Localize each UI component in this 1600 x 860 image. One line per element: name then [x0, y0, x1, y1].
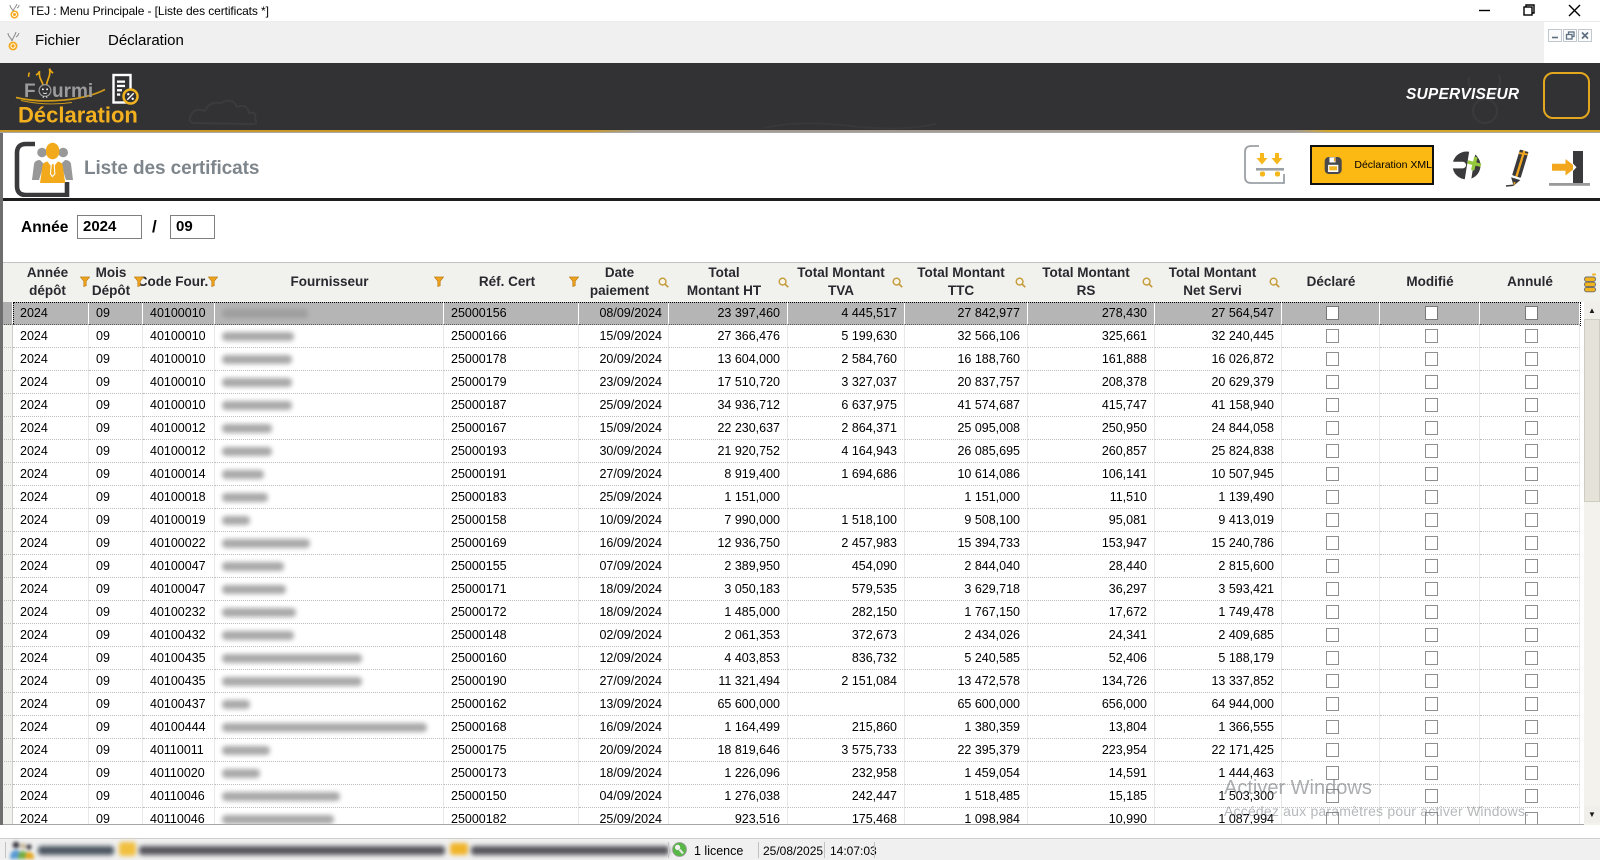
- svg-text:F: F: [24, 81, 36, 102]
- svg-text:Déclaration: Déclaration: [18, 103, 138, 128]
- svg-text:urmi: urmi: [52, 81, 93, 102]
